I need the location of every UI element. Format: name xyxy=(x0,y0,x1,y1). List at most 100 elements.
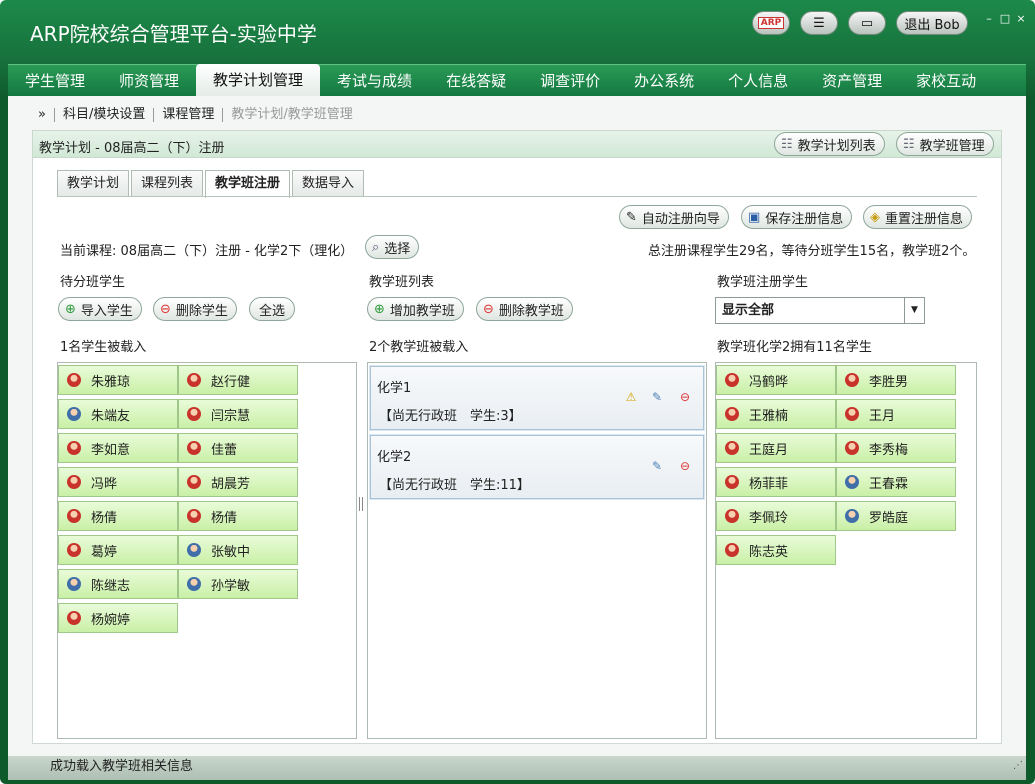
class-card-2[interactable]: 化学2 【尚无行政班 学生:11】 ✎ ⊖ xyxy=(370,435,704,499)
student-item[interactable]: 佳蕾 xyxy=(178,433,298,463)
student-name: 杨菲菲 xyxy=(749,476,789,492)
add-class-button[interactable]: ⊕ 增加教学班 xyxy=(367,297,464,321)
student-item[interactable]: 王月 xyxy=(836,399,956,429)
student-item[interactable]: 胡晨芳 xyxy=(178,467,298,497)
select-all-button[interactable]: 全选 xyxy=(249,297,296,321)
tab-class-registration[interactable]: 教学班注册 xyxy=(205,170,291,198)
keyboard-button[interactable]: ▭ xyxy=(848,11,886,35)
nav-survey[interactable]: 调查评价 xyxy=(523,65,617,97)
resize-grip-icon[interactable]: ⋰ xyxy=(1013,760,1023,771)
student-item[interactable]: 杨倩 xyxy=(178,501,298,531)
delete-class-button[interactable]: ⊖ 删除教学班 xyxy=(476,297,573,321)
female-student-icon xyxy=(725,373,739,387)
breadcrumb: » 科目/模块设置 课程管理 教学计划/教学班管理 xyxy=(30,108,361,122)
student-item[interactable]: 闫宗慧 xyxy=(178,399,298,429)
summary-text: 总注册课程学生29名，等待分班学生15名，教学班2个。 xyxy=(648,244,976,259)
student-name: 朱雅琼 xyxy=(91,374,131,390)
student-item[interactable]: 杨倩 xyxy=(58,501,178,531)
student-item[interactable]: 张敏中 xyxy=(178,535,298,565)
female-student-icon xyxy=(725,407,739,421)
male-student-icon xyxy=(67,577,81,591)
plan-list-button[interactable]: ☷ 教学计划列表 xyxy=(774,132,885,156)
student-item[interactable]: 朱雅琼 xyxy=(58,365,178,395)
select-course-button[interactable]: ⌕ 选择 xyxy=(365,235,420,259)
student-item[interactable]: 赵行健 xyxy=(178,365,298,395)
list-icon: ☷ xyxy=(781,136,793,152)
auto-wizard-label: 自动注册向导 xyxy=(641,211,720,227)
class-name: 化学2 xyxy=(377,450,412,465)
add-icon: ⊕ xyxy=(374,301,385,317)
save-icon: ▣ xyxy=(748,209,761,225)
student-item[interactable]: 罗皓庭 xyxy=(836,501,956,531)
splitter-handle[interactable] xyxy=(359,497,363,511)
right-title: 教学班注册学生 xyxy=(717,275,809,290)
student-item[interactable]: 王雅楠 xyxy=(716,399,836,429)
nav-student-management[interactable]: 学生管理 xyxy=(8,65,102,97)
female-student-icon xyxy=(187,373,201,387)
student-item[interactable]: 冯鹤晔 xyxy=(716,365,836,395)
student-name: 张敏中 xyxy=(211,544,251,560)
class-info: 【尚无行政班 学生:3】 xyxy=(379,409,522,424)
logout-button[interactable]: 退出 Bob xyxy=(896,11,968,35)
maximize-icon[interactable]: □ xyxy=(998,13,1012,27)
chevron-down-icon: ▼ xyxy=(904,298,924,323)
current-course-text: 当前课程: 08届高二（下）注册 - 化学2下（理化） xyxy=(60,240,353,259)
male-student-icon xyxy=(187,543,201,557)
student-name: 陈志英 xyxy=(749,544,789,560)
nav-teacher-management[interactable]: 师资管理 xyxy=(102,65,196,97)
minimize-icon[interactable]: – xyxy=(982,13,996,27)
current-course-label: 当前课程: xyxy=(60,244,117,259)
nav-home-school[interactable]: 家校互动 xyxy=(899,65,993,97)
nav-teaching-plan[interactable]: 教学计划管理 xyxy=(196,64,321,97)
female-student-icon xyxy=(725,543,739,557)
auto-wizard-button[interactable]: ✎ 自动注册向导 xyxy=(619,205,729,229)
edit-icon[interactable]: ✎ xyxy=(649,458,665,474)
student-item[interactable]: 冯晔 xyxy=(58,467,178,497)
class-manage-button[interactable]: ☷ 教学班管理 xyxy=(896,132,994,156)
nav-online-qa[interactable]: 在线答疑 xyxy=(429,65,523,97)
arp-icon: ARP xyxy=(757,17,785,29)
student-item[interactable]: 李佩玲 xyxy=(716,501,836,531)
student-item[interactable]: 杨婉婷 xyxy=(58,603,178,633)
delete-students-button[interactable]: ⊖ 删除学生 xyxy=(153,297,237,321)
remove-icon[interactable]: ⊖ xyxy=(677,458,693,474)
nav-personal-info[interactable]: 个人信息 xyxy=(711,65,805,97)
nav-assets[interactable]: 资产管理 xyxy=(805,65,899,97)
student-item[interactable]: 朱端友 xyxy=(58,399,178,429)
arp-home-button[interactable]: ARP xyxy=(752,11,790,35)
nav-office[interactable]: 办公系统 xyxy=(617,65,711,97)
reset-icon: ◈ xyxy=(870,209,880,225)
breadcrumb-courses[interactable]: 课程管理 xyxy=(154,108,224,122)
tab-data-import[interactable]: 数据导入 xyxy=(292,170,365,197)
tab-teaching-plan[interactable]: 教学计划 xyxy=(57,170,130,197)
female-student-icon xyxy=(67,441,81,455)
close-icon[interactable]: × xyxy=(1014,13,1028,27)
remove-icon[interactable]: ⊖ xyxy=(677,389,693,405)
breadcrumb-subjects[interactable]: 科目/模块设置 xyxy=(55,108,155,122)
student-item[interactable]: 李秀梅 xyxy=(836,433,956,463)
save-registration-button[interactable]: ▣ 保存注册信息 xyxy=(741,205,853,229)
save-label: 保存注册信息 xyxy=(765,211,844,227)
student-item[interactable]: 葛婷 xyxy=(58,535,178,565)
reset-registration-button[interactable]: ◈ 重置注册信息 xyxy=(863,205,973,229)
student-item[interactable]: 陈继志 xyxy=(58,569,178,599)
student-item[interactable]: 李如意 xyxy=(58,433,178,463)
female-student-icon xyxy=(67,611,81,625)
student-filter-select[interactable]: 显示全部 ▼ xyxy=(715,297,925,324)
tab-course-list[interactable]: 课程列表 xyxy=(131,170,204,197)
menu-list-button[interactable]: ☰ xyxy=(800,11,838,35)
student-item[interactable]: 陈志英 xyxy=(716,535,836,565)
student-item[interactable]: 王庭月 xyxy=(716,433,836,463)
student-item[interactable]: 孙学敏 xyxy=(178,569,298,599)
add-icon: ⊕ xyxy=(65,301,76,317)
keyboard-icon: ▭ xyxy=(860,15,874,31)
status-bar: 成功载入教学班相关信息 xyxy=(8,756,1026,780)
import-students-button[interactable]: ⊕ 导入学生 xyxy=(58,297,142,321)
class-card-1[interactable]: 化学1 【尚无行政班 学生:3】 ⚠ ✎ ⊖ xyxy=(370,366,704,430)
edit-icon[interactable]: ✎ xyxy=(649,389,665,405)
student-item[interactable]: 杨菲菲 xyxy=(716,467,836,497)
app-title: ARP院校综合管理平台-实验中学 xyxy=(30,22,317,46)
student-item[interactable]: 李胜男 xyxy=(836,365,956,395)
student-item[interactable]: 王春霖 xyxy=(836,467,956,497)
nav-exam-scores[interactable]: 考试与成绩 xyxy=(320,65,429,97)
